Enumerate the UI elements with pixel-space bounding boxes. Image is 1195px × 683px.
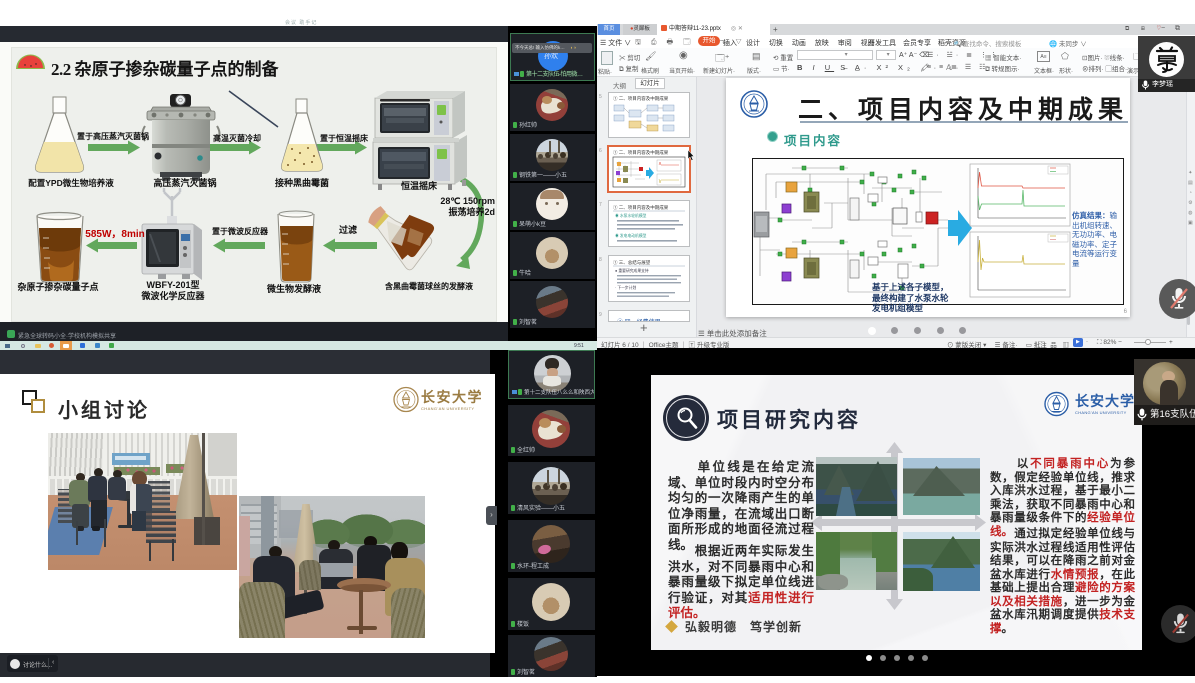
svg-text:① 二、项目内容及中期成果: ① 二、项目内容及中期成果 bbox=[613, 95, 669, 102]
svg-text:① 二、项目内容及中期成果: ① 二、项目内容及中期成果 bbox=[613, 204, 669, 211]
svg-text:● 重要研究成果支持: ● 重要研究成果支持 bbox=[615, 268, 649, 273]
svg-text:◉ 水泵水轮机模型: ◉ 水泵水轮机模型 bbox=[615, 213, 647, 218]
svg-text:① 三、总结与展望: ① 三、总结与展望 bbox=[613, 259, 651, 266]
svg-text:◉ 发电电动机模型: ◉ 发电电动机模型 bbox=[615, 233, 647, 238]
svg-text:① 二、项目内容及中期成果: ① 二、项目内容及中期成果 bbox=[613, 149, 669, 156]
svg-text:· 下一步计划: · 下一步计划 bbox=[615, 285, 637, 290]
